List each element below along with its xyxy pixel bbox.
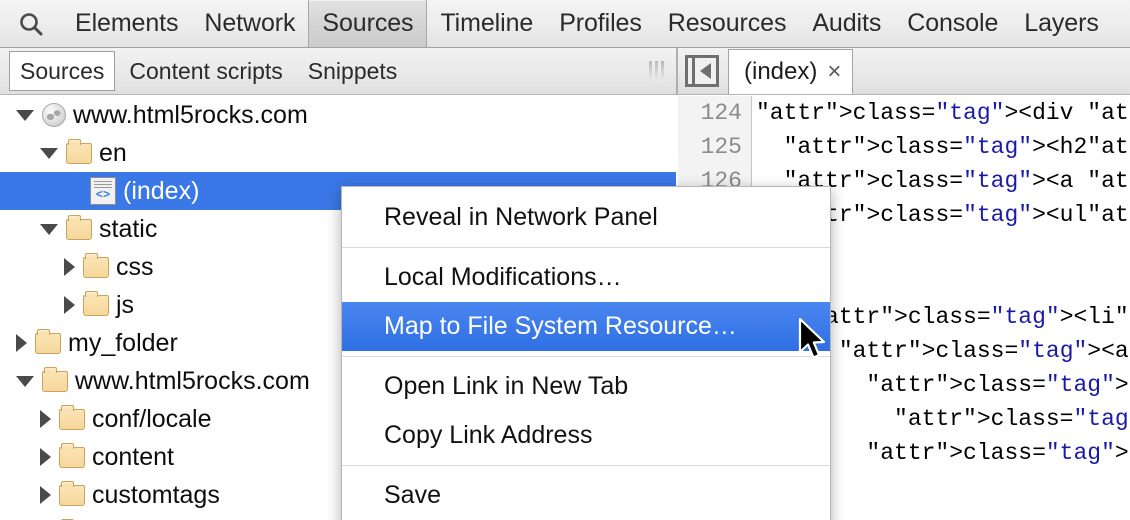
navigator-tab-list: Sources Content scripts Snippets: [0, 48, 408, 94]
tree-row[interactable]: en: [0, 134, 676, 172]
tree-row-label: my_folder: [68, 328, 178, 357]
panel-tab-console[interactable]: Console: [894, 0, 1011, 47]
drag-grip-icon[interactable]: [649, 61, 664, 82]
navigator-tab-snippets[interactable]: Snippets: [297, 52, 409, 90]
menu-item-local-modifications[interactable]: Local Modifications…: [342, 253, 830, 302]
panel-tab-profiles[interactable]: Profiles: [546, 0, 655, 47]
folder-icon: [35, 328, 61, 354]
tree-row-label: www.html5rocks.com: [73, 100, 308, 129]
code-line[interactable]: "attr">class="tag"><div "attr">class="co…: [756, 96, 1130, 130]
folder-icon: [59, 480, 85, 506]
disclosure-triangle-right-icon[interactable]: [40, 410, 51, 428]
tree-row-label: js: [116, 290, 135, 319]
tree-row-label: static: [99, 214, 158, 243]
code-line[interactable]: "attr">class="tag"><h2"attr">class="tag"…: [756, 130, 1130, 164]
panel-tab-list: Elements Network Sources Timeline Profiles Re…: [62, 0, 1112, 47]
disclosure-triangle-down-icon[interactable]: [40, 147, 58, 159]
menu-item-map-to-file-system-resource[interactable]: Map to File System Resource…: [342, 302, 830, 351]
panel-tab-resources[interactable]: Resources: [655, 0, 800, 47]
editor-tab-label: (index): [744, 57, 818, 85]
folder-icon: [59, 404, 85, 430]
folder-icon: [66, 138, 92, 164]
menu-item-open-link-in-new-tab[interactable]: Open Link in New Tab: [342, 362, 830, 411]
line-number: 125: [700, 134, 742, 160]
close-icon[interactable]: ×: [827, 59, 841, 84]
collapse-sidebar-icon[interactable]: [685, 55, 719, 87]
editor-tab-index[interactable]: (index) ×: [728, 48, 854, 94]
line-number: 124: [700, 100, 742, 126]
disclosure-triangle-down-icon[interactable]: [40, 223, 58, 235]
tree-row-label: css: [116, 252, 154, 281]
tree-row-label: customtags: [92, 480, 220, 509]
panel-tab-audits[interactable]: Audits: [799, 0, 894, 47]
menu-separator: [342, 356, 830, 357]
tree-row-label: conf/locale: [92, 404, 212, 433]
tree-row-label: (index): [123, 176, 200, 205]
tree-row-label: en: [99, 138, 127, 167]
menu-item-save[interactable]: Save: [342, 471, 830, 520]
folder-icon: [83, 290, 109, 316]
globe-icon: [42, 103, 66, 127]
disclosure-triangle-right-icon[interactable]: [40, 486, 51, 504]
tree-row-label: www.html5rocks.com: [75, 366, 310, 395]
editor-tabstrip: (index) ×: [678, 48, 1130, 95]
document-icon: <>: [90, 177, 116, 205]
folder-icon: [42, 366, 68, 392]
disclosure-triangle-right-icon[interactable]: [16, 334, 27, 352]
folder-icon: [66, 214, 92, 240]
folder-icon: [59, 442, 85, 468]
panel-tab-layers[interactable]: Layers: [1011, 0, 1111, 47]
panel-tab-sources[interactable]: Sources: [308, 0, 428, 47]
tree-row[interactable]: www.html5rocks.com: [0, 96, 676, 134]
panel-tab-network[interactable]: Network: [191, 0, 308, 47]
disclosure-triangle-down-icon[interactable]: [16, 109, 34, 121]
disclosure-triangle-right-icon[interactable]: [64, 296, 75, 314]
disclosure-triangle-right-icon[interactable]: [40, 448, 51, 466]
menu-item-copy-link-address[interactable]: Copy Link Address: [342, 411, 830, 460]
panel-tab-elements[interactable]: Elements: [62, 0, 191, 47]
context-menu[interactable]: Reveal in Network Panel Local Modificatio…: [341, 186, 831, 520]
navigator-tab-sources[interactable]: Sources: [9, 51, 116, 91]
search-icon[interactable]: [0, 0, 62, 47]
panel-toolbar: Elements Network Sources Timeline Profiles Re…: [0, 0, 1130, 48]
disclosure-triangle-down-icon[interactable]: [16, 375, 34, 387]
panel-tab-timeline[interactable]: Timeline: [427, 0, 546, 47]
folder-icon: [83, 252, 109, 278]
devtools-window: Elements Network Sources Timeline Profiles Re…: [0, 0, 1130, 520]
menu-separator: [342, 247, 830, 248]
navigator-tab-content-scripts[interactable]: Content scripts: [118, 52, 293, 90]
navigator-toolbar: Sources Content scripts Snippets: [0, 48, 676, 95]
menu-separator: [342, 465, 830, 466]
tree-row-label: content: [92, 442, 175, 471]
disclosure-triangle-right-icon[interactable]: [64, 258, 75, 276]
menu-item-reveal-in-network-panel[interactable]: Reveal in Network Panel: [342, 193, 830, 242]
no-disclosure-spacer: [64, 191, 82, 192]
